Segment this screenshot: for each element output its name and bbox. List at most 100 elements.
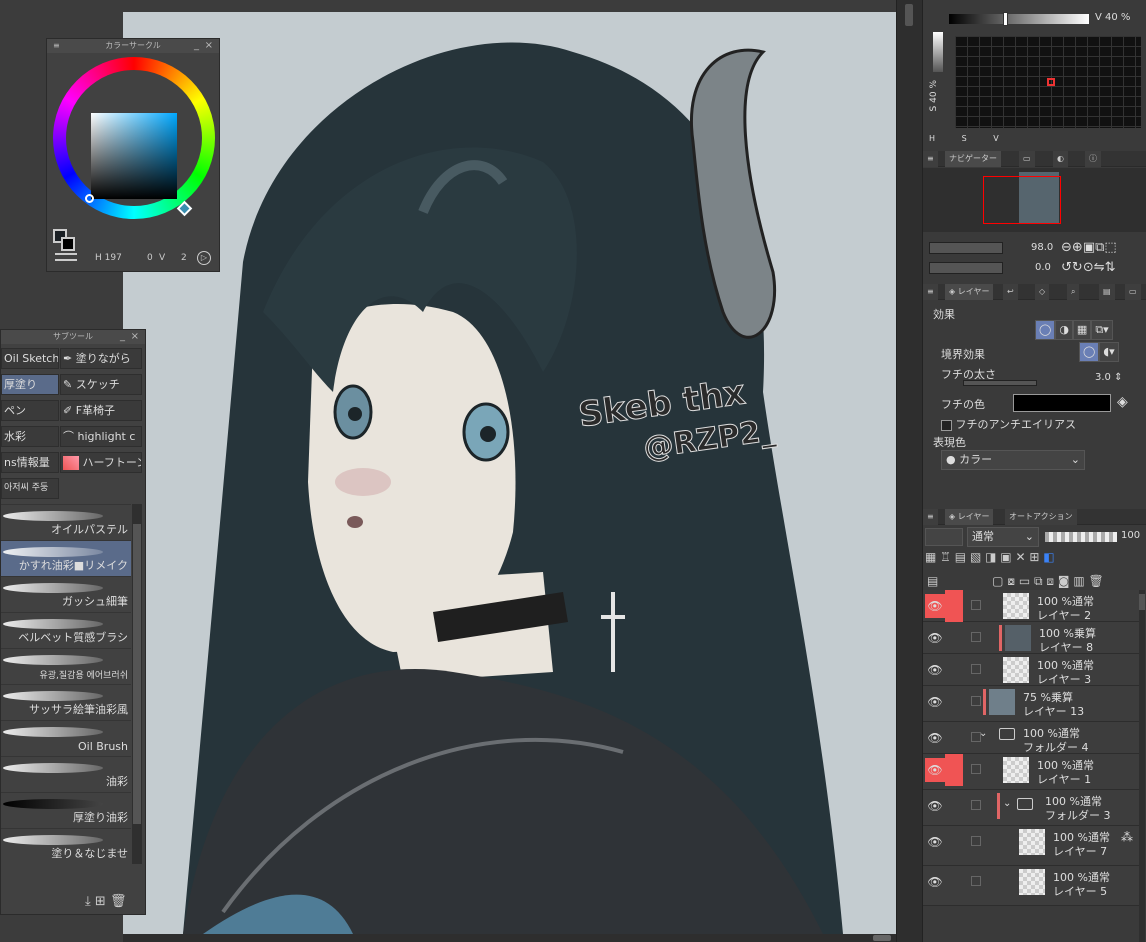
hsv-grid-marker[interactable]: [1047, 78, 1055, 86]
color-layer-icon[interactable]: ▣: [1000, 550, 1011, 564]
lock-checkbox[interactable]: [971, 764, 981, 774]
edge-size-slider[interactable]: [963, 380, 1037, 386]
menu-icon[interactable]: ≡: [923, 151, 938, 167]
menu-icon[interactable]: ≡: [923, 509, 938, 525]
visibility-eye-icon[interactable]: 👁: [925, 626, 945, 650]
transparent-color-icon[interactable]: [55, 253, 77, 261]
layer-lock-toggle[interactable]: [945, 754, 981, 786]
expression-color-select[interactable]: ● カラー ⌄: [941, 450, 1085, 470]
mask-icon[interactable]: ◨: [985, 550, 996, 564]
subtool-group-watercolor[interactable]: 水彩: [1, 426, 59, 447]
visibility-eye-icon[interactable]: 👁: [925, 658, 945, 682]
new-folder-icon[interactable]: ▭: [1019, 574, 1030, 588]
s-toggle[interactable]: S: [962, 134, 967, 143]
tab-history[interactable]: ↩: [1003, 284, 1018, 300]
tab-auto-action[interactable]: オートアクション: [1005, 509, 1077, 525]
paint-bucket-icon[interactable]: ◈: [1117, 394, 1128, 410]
new-raster-icon[interactable]: ▢: [992, 574, 1003, 588]
opacity-slider[interactable]: [1045, 532, 1117, 542]
layer-row[interactable]: 👁 100 %通常 レイヤー 7 ⁂: [923, 826, 1141, 866]
brush-item[interactable]: Oil Brush: [1, 720, 131, 756]
download-icon[interactable]: ⤓: [85, 894, 91, 909]
brush-item[interactable]: オイルパステル: [1, 504, 131, 540]
minimize-icon[interactable]: _: [194, 39, 199, 53]
tab-navigator[interactable]: ナビゲーター: [945, 151, 1001, 167]
brush-item[interactable]: サッサラ絵筆油彩風: [1, 684, 131, 720]
brush-item[interactable]: ガッシュ細筆: [1, 576, 131, 612]
brush-item[interactable]: 塗り＆なじませ: [1, 828, 131, 864]
layer-row[interactable]: 👁 75 %乗算 レイヤー 13: [923, 686, 1141, 722]
layer-row[interactable]: 👁 100 %通常 レイヤー 3: [923, 654, 1141, 686]
ruler-add-icon[interactable]: ▥: [1073, 574, 1084, 588]
palette-icon[interactable]: ✕: [1015, 550, 1025, 564]
tab-more[interactable]: ▭: [1125, 284, 1141, 300]
zoom-in-icon[interactable]: ⊕: [1072, 240, 1083, 255]
visibility-eye-icon[interactable]: 👁: [925, 594, 945, 618]
subtool-group-thick-paint[interactable]: 厚塗り: [1, 374, 59, 395]
subtool-group-sketch[interactable]: ✎ スケッチ: [60, 374, 142, 395]
visibility-eye-icon[interactable]: 👁: [925, 758, 945, 782]
lock-transparent-icon[interactable]: ▧: [970, 550, 981, 564]
lock-checkbox[interactable]: [971, 800, 981, 810]
edge-color-swatch[interactable]: [1013, 394, 1111, 412]
ruler-icon[interactable]: ⊞: [1029, 550, 1039, 564]
color-swatch-icon[interactable]: ◧: [1043, 550, 1054, 564]
sv-cursor[interactable]: [85, 194, 94, 203]
layer-row[interactable]: 👁 100 %乗算 レイヤー 8: [923, 622, 1141, 654]
actual-size-icon[interactable]: ⧉: [1095, 240, 1104, 255]
visibility-eye-icon[interactable]: 👁: [925, 794, 945, 818]
tab-layer-list[interactable]: ▤: [1099, 284, 1115, 300]
lock-checkbox[interactable]: [971, 632, 981, 642]
lock-checkbox[interactable]: [971, 696, 981, 706]
trash-icon[interactable]: 🗑: [110, 894, 127, 909]
panel-title-bar[interactable]: サブツール _ ×: [1, 330, 145, 344]
ref-layer-icon[interactable]: ♖: [940, 550, 951, 564]
menu-icon[interactable]: ≡: [923, 284, 938, 300]
visibility-eye-icon[interactable]: 👁: [925, 870, 945, 894]
tab-correction[interactable]: ◇: [1035, 284, 1050, 300]
scrollbar-thumb[interactable]: [905, 4, 913, 26]
watercolor-edge-icon[interactable]: ◖▾: [1099, 342, 1119, 362]
navigator-preview[interactable]: [923, 168, 1146, 232]
v-toggle[interactable]: V: [993, 134, 998, 143]
scrollbar-thumb[interactable]: [1139, 594, 1145, 610]
visibility-eye-icon[interactable]: 👁: [925, 830, 945, 854]
layer-row[interactable]: 👁 100 %通常 レイヤー 2: [923, 590, 1141, 622]
minimize-icon[interactable]: _: [120, 330, 125, 344]
sub-color-swatch[interactable]: [61, 237, 75, 251]
reset-rotate-icon[interactable]: ⊙: [1083, 260, 1094, 275]
subtool-group-halftone[interactable]: ハーフトーン: [60, 452, 142, 473]
layer-type-select[interactable]: [925, 528, 963, 546]
visibility-eye-icon[interactable]: 👁: [925, 690, 945, 714]
value-slider-handle[interactable]: [1003, 12, 1008, 26]
close-icon[interactable]: ×: [205, 39, 213, 53]
layer-lock-toggle[interactable]: [945, 654, 981, 686]
navigator-view-rect[interactable]: [983, 176, 1061, 224]
h-toggle[interactable]: H: [929, 134, 935, 143]
fit-icon[interactable]: ▣: [1083, 240, 1095, 255]
new-vector-icon[interactable]: ⧇: [1007, 574, 1015, 588]
border-effect-icon[interactable]: ◯: [1035, 320, 1056, 340]
layer-list-scrollbar[interactable]: [1139, 590, 1145, 942]
subtool-group-paint-blend[interactable]: ✒ 塗りながら: [60, 348, 142, 369]
panel-title-bar[interactable]: ≡ カラーサークル _ ×: [47, 39, 219, 53]
layer-lock-toggle[interactable]: [945, 722, 981, 754]
layer-color-icon[interactable]: ⧉▾: [1091, 320, 1113, 340]
layer-row[interactable]: 👁 100 %通常 レイヤー 1: [923, 754, 1141, 790]
zoom-out-icon[interactable]: ⊖: [1061, 240, 1072, 255]
merge-icon[interactable]: ⧈: [1046, 574, 1054, 588]
menu-icon[interactable]: ≡: [53, 39, 60, 53]
layer-lock-toggle[interactable]: [945, 826, 981, 858]
tone-effect-icon[interactable]: ◑: [1055, 320, 1073, 340]
brush-item[interactable]: 유광,질감용 에어브러쉬: [1, 648, 131, 684]
edge-icon[interactable]: ◯: [1079, 342, 1100, 362]
switch-color-space-icon[interactable]: ▷: [197, 251, 211, 265]
flip-v-icon[interactable]: ⇅: [1105, 260, 1116, 275]
layer-lock-toggle[interactable]: [945, 866, 981, 898]
texture-effect-icon[interactable]: ▦: [1072, 320, 1092, 340]
subtool-group-oil-sketch[interactable]: Oil Sketch: [1, 348, 59, 369]
antialias-checkbox[interactable]: [941, 419, 952, 431]
scrollbar-thumb[interactable]: [873, 935, 891, 941]
subtool-group-korean[interactable]: 아저씨 주둥: [1, 478, 59, 499]
tab-material[interactable]: ◐: [1053, 151, 1068, 167]
